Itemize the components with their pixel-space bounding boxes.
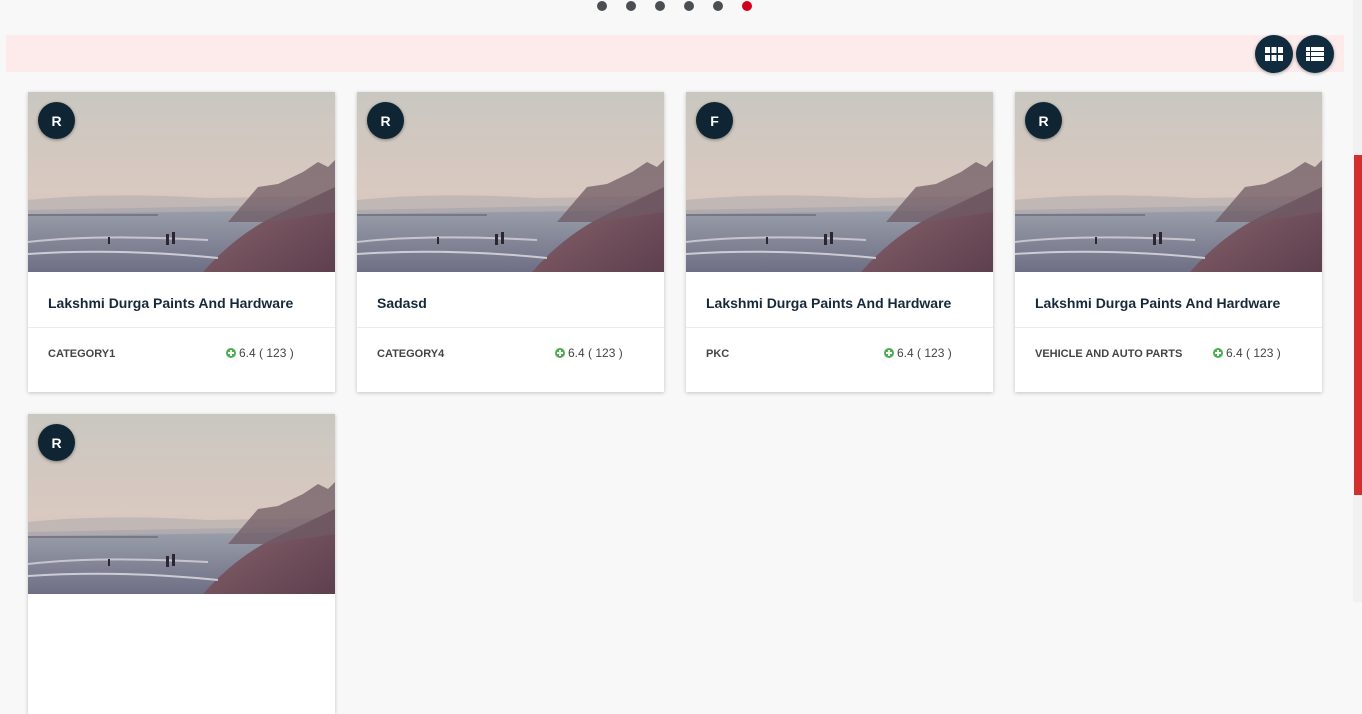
- listing-category: CATEGORY4: [377, 348, 445, 360]
- listing-rating: 6.4 ( 123 ): [884, 346, 952, 360]
- listing-initial-badge: R: [38, 424, 75, 461]
- rating-value: 6.4 ( 123 ): [568, 346, 623, 360]
- listing-category: VEHICLE AND AUTO PARTS: [1035, 348, 1183, 360]
- listing-rating: 6.4 ( 123 ): [1213, 346, 1281, 360]
- rating-value: 6.4 ( 123 ): [239, 346, 294, 360]
- rating-value: 6.4 ( 123 ): [1226, 346, 1281, 360]
- grid-view-icon: [1265, 47, 1283, 61]
- carousel-dot[interactable]: [626, 1, 636, 11]
- listing-card[interactable]: R Sadasd CATEGORY4 6.4 ( 123 ): [357, 92, 664, 392]
- listing-initial-badge: R: [367, 102, 404, 139]
- card-divider: [28, 327, 335, 328]
- listing-title[interactable]: Lakshmi Durga Paints And Hardware: [48, 295, 293, 311]
- plus-circle-icon: [226, 348, 236, 358]
- listing-category: PKC: [706, 348, 730, 360]
- plus-circle-icon: [884, 348, 894, 358]
- rating-value: 6.4 ( 123 ): [897, 346, 952, 360]
- carousel-dot[interactable]: [597, 1, 607, 11]
- listing-title[interactable]: Sadasd: [377, 295, 427, 311]
- grid-view-button[interactable]: [1255, 35, 1293, 73]
- list-view-icon: [1306, 47, 1324, 61]
- filter-bar: [6, 35, 1344, 72]
- carousel-dot-active[interactable]: [742, 1, 752, 11]
- listing-card[interactable]: R: [28, 414, 335, 714]
- listing-title[interactable]: Lakshmi Durga Paints And Hardware: [1035, 295, 1280, 311]
- listing-initial-badge: R: [38, 102, 75, 139]
- listing-initial-badge: R: [1025, 102, 1062, 139]
- listing-title[interactable]: Lakshmi Durga Paints And Hardware: [706, 295, 951, 311]
- listing-card[interactable]: R Lakshmi Durga Paints And Hardware CATE…: [28, 92, 335, 392]
- carousel-dots: [597, 1, 752, 11]
- listing-rating: 6.4 ( 123 ): [226, 346, 294, 360]
- listing-category: CATEGORY1: [48, 348, 116, 360]
- plus-circle-icon: [555, 348, 565, 358]
- carousel-dot[interactable]: [684, 1, 694, 11]
- carousel-dot[interactable]: [655, 1, 665, 11]
- listing-card[interactable]: F Lakshmi Durga Paints And Hardware PKC …: [686, 92, 993, 392]
- card-divider: [357, 327, 664, 328]
- carousel-dot[interactable]: [713, 1, 723, 11]
- listing-initial-badge: F: [696, 102, 733, 139]
- listing-card[interactable]: R Lakshmi Durga Paints And Hardware VEHI…: [1015, 92, 1322, 392]
- card-divider: [686, 327, 993, 328]
- scrollbar-thumb[interactable]: [1354, 155, 1362, 495]
- plus-circle-icon: [1213, 348, 1223, 358]
- listing-rating: 6.4 ( 123 ): [555, 346, 623, 360]
- card-divider: [1015, 327, 1322, 328]
- list-view-button[interactable]: [1296, 35, 1334, 73]
